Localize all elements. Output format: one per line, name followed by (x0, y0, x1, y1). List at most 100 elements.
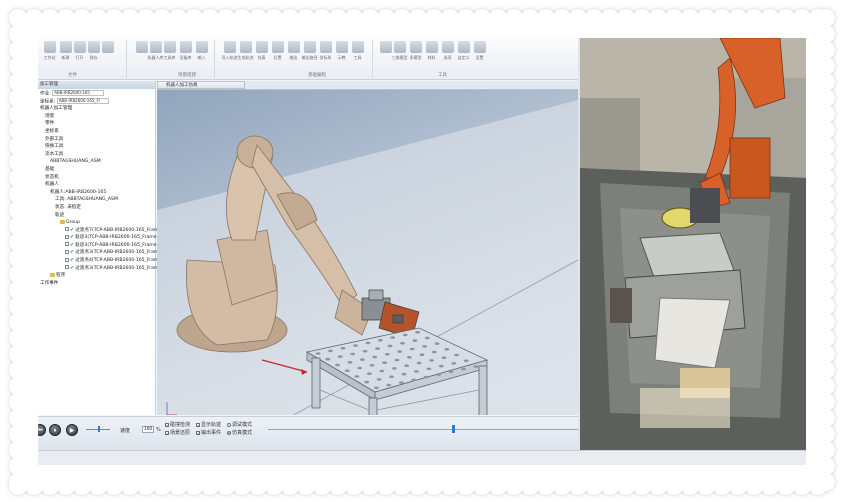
tree-item[interactable]: 流水工具 (38, 151, 155, 159)
table-hole (344, 369, 350, 373)
mode-simulation[interactable]: 仿真模式 (227, 429, 252, 436)
timeline-thumb[interactable] (452, 425, 455, 433)
tree-item[interactable]: ✔过渡点4(TCP-ABB-IRB2600-165_Frame) (38, 257, 163, 265)
option-output-event[interactable]: 输出事件 (196, 429, 221, 436)
output-event-checkbox[interactable] (196, 430, 200, 435)
table-hole (375, 347, 380, 350)
tree-item[interactable]: ABBTAGSHUANG_ASM (38, 158, 155, 166)
tree-item-checkbox[interactable] (65, 265, 69, 270)
tree-item-checkbox[interactable] (65, 227, 69, 232)
ribbon-button-25[interactable]: 设置 (472, 41, 487, 61)
tree-item[interactable]: 外部工具 (38, 136, 155, 144)
tree-item[interactable]: ✔轨迹3(TCP-ABB-IRB2600-165_Frame) (38, 234, 158, 242)
station-select[interactable]: ABB-IRB2600-165 (52, 90, 105, 96)
ribbon-button-2[interactable]: 打开 (72, 41, 87, 61)
show-path-checkbox[interactable] (196, 422, 200, 427)
tree-item[interactable]: ✔过渡点7(TCP-ABB-IRB2600-165_Frame) (38, 227, 163, 235)
ribbon-button-24[interactable]: 自定义 (456, 41, 471, 61)
ribbon-button-4[interactable] (100, 41, 115, 55)
ribbon-button-10[interactable]: 导入轨迹 (222, 41, 238, 61)
ribbon-button-21[interactable]: 多模型 (408, 41, 423, 61)
frame-selector-row: 坐标系: ABB-IRB2600-165_Fr (38, 97, 155, 106)
post-process-icon (271, 41, 284, 53)
show-path-label: 显示轨迹 (201, 422, 222, 428)
ribbon-button-19[interactable] (378, 41, 393, 55)
tree-item-label: 快换工具 (45, 144, 64, 150)
ribbon-button-16[interactable]: 坐标系 (318, 41, 333, 61)
play-button[interactable]: ▶ (66, 424, 78, 436)
table-hole (463, 359, 469, 363)
ribbon-button-23[interactable]: 选项 (440, 41, 455, 61)
ribbon-button-15[interactable]: 输出路径 (302, 41, 318, 61)
option-collision[interactable]: 碰撞检测 (165, 421, 190, 428)
frame-select[interactable]: ABB-IRB2600-165_Fr (56, 97, 109, 104)
tree-item[interactable]: ✔过渡点3(TCP-ABB-IRB2600-165_Frame) (38, 265, 163, 273)
option-scene-restore[interactable]: 场景还原 (165, 429, 190, 436)
tree-item[interactable]: 零件 (38, 120, 155, 128)
speed-input[interactable]: 100 (142, 426, 154, 433)
debug-mode-radio[interactable] (227, 422, 231, 427)
device-library-icon (179, 41, 192, 53)
ribbon-button-3[interactable]: 保存 (86, 41, 101, 61)
ribbon-button-7[interactable]: 工具库 (162, 41, 177, 61)
scene-restore-checkbox[interactable] (165, 430, 169, 435)
tree-item[interactable]: 机器人 (38, 181, 155, 189)
tree-item[interactable]: 机器人:ABB-IRB2600-165 (38, 189, 155, 197)
tree-item[interactable]: ✔轨迹3(TCP-ABB-IRB2600-165_Frame) (38, 242, 158, 250)
ribbon-button-11[interactable]: 生成轨迹 (238, 41, 254, 61)
ribbon-button-20[interactable]: 三维模型 (392, 41, 408, 61)
status-strip (38, 450, 806, 465)
tree-item[interactable]: 坐标系 (38, 128, 155, 136)
tree-item[interactable]: 工作事件 (38, 280, 155, 288)
simulation-mode-radio[interactable] (227, 430, 231, 435)
pause-button[interactable]: ⏸ (49, 424, 61, 436)
tree-item-checkbox[interactable] (65, 257, 69, 262)
tree-item[interactable]: 轨迹 (38, 212, 155, 220)
collision-checkbox[interactable] (165, 422, 169, 427)
rewind-button[interactable]: ⏮ (38, 424, 46, 436)
table-hole (369, 364, 375, 367)
generate-path-icon (239, 41, 252, 53)
tree-item-checkbox[interactable] (65, 242, 69, 247)
tree-item[interactable]: 基础 (38, 166, 155, 174)
option-show-path[interactable]: 显示轨迹 (196, 421, 221, 428)
tree-item[interactable]: 快换工具 (38, 143, 155, 151)
tree-item-label: 坐标系 (45, 128, 59, 134)
ribbon-button-6[interactable]: 机器人库 (148, 41, 164, 61)
viewport-tab[interactable]: 机器人加工仿真 (157, 81, 245, 89)
tree-item[interactable]: 场景 (38, 113, 155, 121)
ribbon-button-label: 材料 (427, 55, 436, 60)
mode-debug[interactable]: 调试模式 (227, 421, 252, 428)
table-hole (394, 358, 400, 362)
ribbon-button-5[interactable] (134, 41, 149, 55)
software-screen: 工作站 新建 打开 保存 机器人库 工具库 设备库 输入 导入轨迹 生成轨迹 仿真 后置 输出 输出路径坐… (38, 38, 806, 465)
ribbon-button-18[interactable]: 工具 (350, 41, 365, 61)
table-hole (367, 372, 372, 376)
ribbon-button-22[interactable]: 材料 (424, 41, 439, 61)
tree-item-checkbox[interactable] (65, 249, 69, 254)
tool-library-icon (163, 41, 176, 53)
tree-item[interactable]: 状态机 (38, 174, 155, 182)
tree-item[interactable]: 工具: ABBTAGSHUANG_ASM (38, 196, 155, 204)
tree-item-checkbox[interactable] (65, 234, 69, 239)
speed-slider-thumb[interactable] (98, 426, 100, 432)
tree-item[interactable]: Group (38, 219, 155, 227)
ribbon-button-0[interactable]: 工作站 (42, 41, 57, 61)
ribbon-button-9[interactable]: 输入 (194, 41, 209, 61)
tree-item[interactable]: 状态: 未指定 (38, 204, 155, 212)
tree-item[interactable]: ✔过渡点3(TCP-ABB-IRB2600-165_Frame) (38, 249, 163, 257)
tree-item[interactable]: 机器人加工管理 (38, 105, 155, 113)
ribbon-button-14[interactable]: 输出 (286, 41, 301, 61)
tree-item[interactable]: 程序 (38, 272, 155, 280)
ribbon-button-17[interactable]: 示教 (334, 41, 349, 61)
table-hole (379, 369, 385, 373)
ribbon-button-8[interactable]: 设备库 (178, 41, 193, 61)
ribbon-button-1[interactable]: 新建 (58, 41, 73, 61)
ribbon-button-label: 输入 (197, 55, 206, 60)
tree-item-label: 场景 (45, 113, 55, 119)
ribbon-button-13[interactable]: 后置 (270, 41, 285, 61)
ribbon-button-12[interactable]: 仿真 (254, 41, 269, 61)
3d-viewport[interactable]: 机器人加工仿真 (157, 81, 578, 415)
timeline-track[interactable] (268, 429, 578, 430)
table-hole (374, 386, 379, 390)
